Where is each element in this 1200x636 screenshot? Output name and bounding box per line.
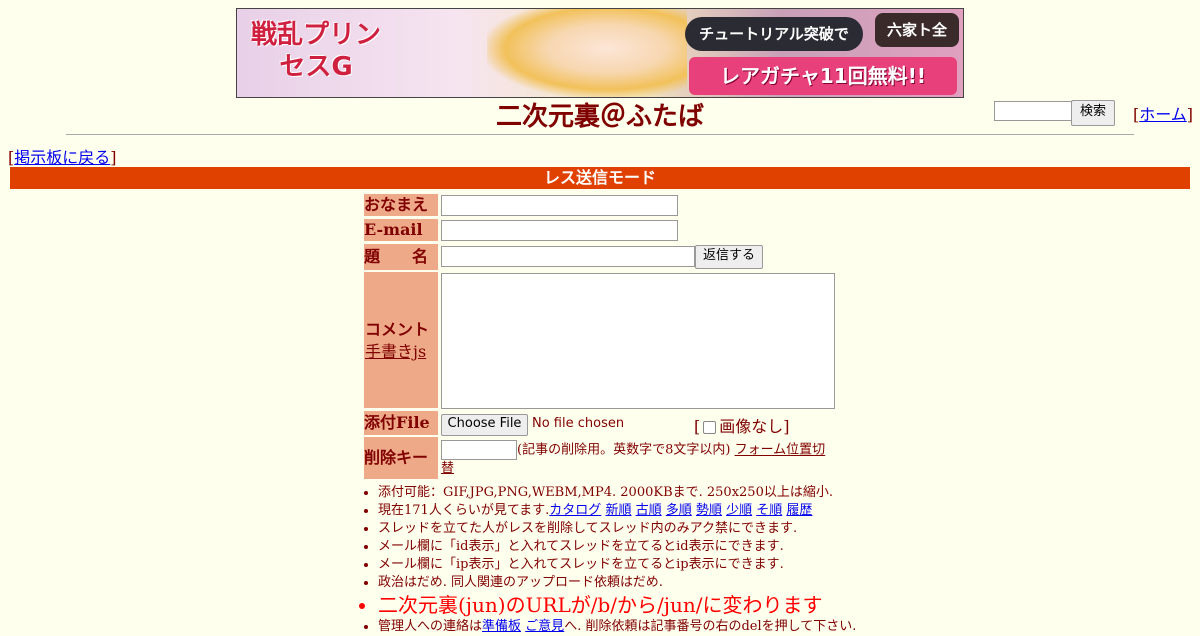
- banner-gacha-text: レアガチャ11回無料!!: [689, 57, 957, 95]
- subject-label: 題 名: [364, 244, 438, 270]
- subject-input[interactable]: [441, 246, 695, 267]
- comment-label: コメント: [365, 320, 430, 339]
- name-label: おなまえ: [364, 194, 438, 216]
- home-link[interactable]: ホーム: [1139, 105, 1187, 124]
- sort-new-link[interactable]: 新順: [605, 503, 631, 518]
- sort-old-link[interactable]: 古順: [636, 503, 662, 518]
- no-image-checkbox[interactable]: [703, 421, 717, 434]
- email-label: E-mail: [364, 219, 438, 241]
- handwrite-link[interactable]: 手書きjs: [365, 341, 426, 363]
- choose-file-button[interactable]: Choose File: [441, 414, 528, 436]
- list-item: 政治はだめ. 同人関連のアップロード依頼はだめ.: [378, 574, 878, 592]
- no-image-option: [画像なし]: [694, 417, 790, 436]
- home-link-wrapper: [ホーム]: [1133, 105, 1194, 124]
- prep-board-link[interactable]: 準備板: [482, 619, 521, 634]
- banner-tutorial-text: チュートリアル突破で: [685, 17, 863, 51]
- history-link[interactable]: 履歴: [786, 503, 812, 518]
- sort-few-link[interactable]: 少順: [726, 503, 752, 518]
- list-item: メール欄に「id表示」と入れてスレッドを立てるとid表示にできます.: [378, 538, 878, 556]
- back-to-board-link[interactable]: 掲示板に戻る: [14, 148, 110, 167]
- search-input[interactable]: [994, 101, 1072, 121]
- contact-suffix: へ. 削除依頼は記事番号の右のdelを押して下さい.: [564, 619, 857, 634]
- reply-button[interactable]: 返信する: [695, 245, 763, 269]
- catalog-link[interactable]: カタログ: [549, 503, 601, 518]
- banner-logo: 戦乱プリンセスG: [251, 20, 382, 82]
- comment-textarea[interactable]: [441, 273, 835, 409]
- sort-momentum-link[interactable]: 勢順: [696, 503, 722, 518]
- list-item: 現在171人くらいが見てます.カタログ 新順 古順 多順 勢順 少順 そ順 履歴: [378, 502, 878, 520]
- back-link-wrapper: [掲示板に戻る]: [8, 148, 117, 167]
- header-divider: [66, 134, 1134, 135]
- file-label: 添付File: [364, 411, 438, 435]
- list-item: 添付可能：GIF,JPG,PNG,WEBM,MP4. 2000KBまで. 250…: [378, 484, 878, 502]
- email-input[interactable]: [441, 220, 678, 241]
- sort-so-link[interactable]: そ順: [756, 503, 782, 518]
- delkey-note: (記事の削除用。英数字で8文字以内): [517, 442, 731, 458]
- sort-many-link[interactable]: 多順: [666, 503, 692, 518]
- mode-bar: レス送信モード: [10, 167, 1190, 189]
- no-file-text: No file chosen: [532, 416, 625, 431]
- url-change-notice: 二次元裏(jun)のURLが/b/から/jun/に変わります: [378, 592, 878, 618]
- feedback-link[interactable]: ご意見: [525, 619, 564, 634]
- banner-badge: 六家ト全: [875, 13, 959, 47]
- list-item: スレッドを立てた人がレスを削除してスレッド内のみアク禁にできます.: [378, 520, 878, 538]
- banner-character-art: [487, 9, 687, 97]
- contact-prefix: 管理人への連絡は: [378, 619, 483, 634]
- notes-list: 添付可能：GIF,JPG,PNG,WEBM,MP4. 2000KBまで. 250…: [362, 484, 878, 636]
- list-item: 管理人への連絡は準備板 ご意見へ. 削除依頼は記事番号の右のdelを押して下さい…: [378, 618, 878, 636]
- comment-label-cell: コメント 手書きjs: [364, 272, 438, 408]
- viewer-count-text: 現在171人くらいが見てます.: [378, 503, 550, 518]
- search-button[interactable]: 検索: [1071, 100, 1115, 126]
- ad-banner[interactable]: 戦乱プリンセスG チュートリアル突破で 六家ト全 レアガチャ11回無料!!: [236, 8, 964, 98]
- delkey-row: (記事の削除用。英数字で8文字以内) フォーム位置切替: [441, 440, 833, 478]
- name-input[interactable]: [441, 195, 678, 216]
- no-image-label: 画像なし: [719, 417, 784, 436]
- delkey-label: 削除キー: [364, 437, 438, 479]
- list-item: メール欄に「ip表示」と入れてスレッドを立てるとip表示にできます.: [378, 556, 878, 574]
- delkey-input[interactable]: [441, 440, 517, 460]
